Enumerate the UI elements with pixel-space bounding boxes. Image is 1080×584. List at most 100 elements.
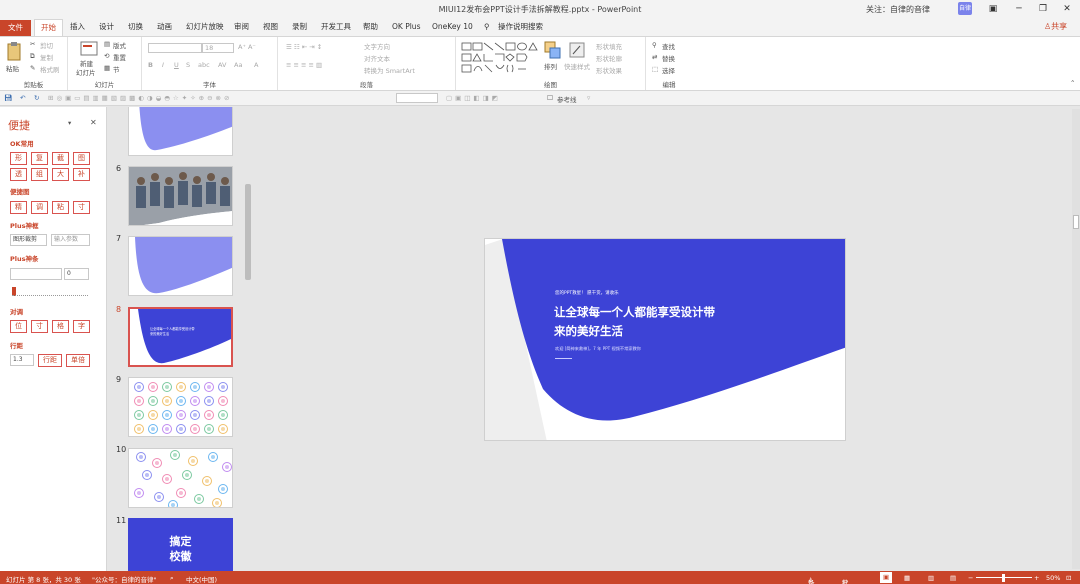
align-icons[interactable]: ≡ ≡ ≡ ≡ ▥ <box>286 61 322 69</box>
slide-sorter-icon[interactable]: ▦ <box>904 574 910 582</box>
slideshow-view-icon[interactable]: ▤ <box>950 574 956 582</box>
ok-btn-shape[interactable]: 形 <box>10 152 27 165</box>
tab-animations[interactable]: 动画 <box>155 21 174 36</box>
slide-headline-line-2[interactable]: 来的美好生活 <box>554 323 623 339</box>
tab-onekey[interactable]: OneKey 10 <box>430 21 475 36</box>
tab-home[interactable]: 开始 <box>34 19 63 36</box>
redo-icon[interactable]: ↻ <box>34 94 39 102</box>
pane-close-icon[interactable]: ✕ <box>90 118 97 127</box>
restore-icon[interactable]: ❐ <box>1036 2 1050 16</box>
italic-button[interactable]: I <box>162 61 164 69</box>
reading-view-icon[interactable]: ▥ <box>928 574 934 582</box>
customize-icon[interactable]: ▿ <box>587 94 590 102</box>
copy-label[interactable]: 复制 <box>40 52 53 62</box>
ok-btn-size[interactable]: 大 <box>52 168 69 181</box>
thumbnail-scrollbar[interactable] <box>245 184 251 280</box>
ok-btn-cut[interactable]: 截 <box>52 152 69 165</box>
find-icon[interactable]: ⚲ <box>652 41 657 49</box>
bold-button[interactable]: B <box>148 61 153 69</box>
shadow-button[interactable]: S <box>186 61 190 69</box>
section-label[interactable]: 节 <box>113 64 120 74</box>
zoom-in-button[interactable]: + <box>1034 574 1039 582</box>
tab-help[interactable]: 帮助 <box>361 21 380 36</box>
slide-thumbnail-9[interactable] <box>128 377 233 437</box>
slide-thumbnail-5[interactable] <box>128 107 233 156</box>
tab-design[interactable]: 设计 <box>97 21 116 36</box>
strikethrough-button[interactable]: abc <box>198 61 210 69</box>
ok-btn-fill[interactable]: 补 <box>73 168 90 181</box>
fit-slide-icon[interactable]: ⊡ <box>1066 574 1071 582</box>
editor-scrollbar-thumb[interactable] <box>1073 215 1079 229</box>
line-spacing-button[interactable]: 行距 <box>38 354 62 367</box>
ok-btn-image[interactable]: 图 <box>73 152 90 165</box>
ok-btn-transparent[interactable]: 透 <box>10 168 27 181</box>
align-btn-format[interactable]: 格 <box>52 320 69 333</box>
slide-thumbnail-7[interactable] <box>128 236 233 296</box>
cut-icon[interactable]: ✂ <box>30 40 35 48</box>
slide-headline-line-1[interactable]: 让全球每一个人都能享受设计带 <box>554 304 715 320</box>
img-btn-adjust[interactable]: 调 <box>31 201 48 214</box>
layout-label[interactable]: 版式 <box>113 40 126 50</box>
ribbon-display-icon[interactable]: ▣ <box>986 2 1000 16</box>
paste-icon[interactable] <box>6 41 22 61</box>
language-label[interactable]: 中文(中国) <box>186 574 217 584</box>
zoom-level[interactable]: 50% <box>1046 574 1060 582</box>
cut-label[interactable]: 剪切 <box>40 40 53 50</box>
change-case-button[interactable]: Aa <box>234 61 242 69</box>
plus-bar-slider-track[interactable] <box>12 295 88 297</box>
select-label[interactable]: 选择 <box>662 65 675 75</box>
format-painter-label[interactable]: 格式刷 <box>40 64 60 74</box>
font-name-dropdown[interactable] <box>148 43 202 53</box>
ok-btn-group[interactable]: 组 <box>31 168 48 181</box>
accessibility-icon[interactable]: ⌕ <box>170 574 174 583</box>
collapse-ribbon-icon[interactable]: ⌃ <box>1070 79 1075 87</box>
reset-icon[interactable]: ⟲ <box>104 52 109 60</box>
section-icon[interactable]: ▦ <box>104 64 110 72</box>
param-input[interactable]: 输入参数 <box>51 234 90 246</box>
align-btn-size[interactable]: 寸 <box>31 320 48 333</box>
img-btn-paste[interactable]: 粘 <box>52 201 69 214</box>
select-icon[interactable]: ⬚ <box>652 65 658 73</box>
img-btn-fine[interactable]: 精 <box>10 201 27 214</box>
quick-font-dropdown[interactable] <box>396 93 438 103</box>
line-spacing-input[interactable]: 1.3 <box>10 354 34 366</box>
quick-styles-label[interactable]: 快速样式 <box>564 61 590 71</box>
tab-transitions[interactable]: 切换 <box>126 21 145 36</box>
arrange-label[interactable]: 排列 <box>544 61 557 71</box>
new-slide-icon[interactable] <box>80 41 98 57</box>
tell-me-icon[interactable]: ⚲ <box>482 21 492 36</box>
minimize-icon[interactable]: ─ <box>1012 2 1026 16</box>
text-direction-label[interactable]: 文字方向 <box>364 41 390 51</box>
align-btn-position[interactable]: 位 <box>10 320 27 333</box>
undo-icon[interactable]: ↶ <box>20 94 25 102</box>
guides-checkbox[interactable]: ☐ <box>547 94 553 102</box>
normal-view-icon[interactable]: ▣ <box>880 572 893 583</box>
slide-kicker-text[interactable]: 您的PPT救星！ 愿干货，请收乐 <box>555 290 619 296</box>
ok-btn-copy[interactable]: 复 <box>31 152 48 165</box>
slide-thumbnail-6[interactable] <box>128 166 233 226</box>
align-text-label[interactable]: 对齐文本 <box>364 53 390 63</box>
editor-scrollbar[interactable] <box>1072 109 1080 569</box>
arrange-icon[interactable] <box>544 41 562 61</box>
align-btn-text[interactable]: 字 <box>73 320 90 333</box>
close-icon[interactable]: ✕ <box>1060 2 1074 16</box>
img-btn-inch[interactable]: 寸 <box>73 201 90 214</box>
plus-bar-value[interactable]: 0 <box>64 268 89 280</box>
paste-label[interactable]: 粘贴 <box>6 63 19 73</box>
smartart-label[interactable]: 转换为 SmartArt <box>364 65 415 75</box>
slide-thumbnail-8-current[interactable]: 让全球每一个人都能享受设计带 来的美好生活 <box>128 307 233 367</box>
tab-view[interactable]: 视图 <box>261 21 280 36</box>
spacing-button[interactable]: AV <box>218 61 226 69</box>
zoom-out-button[interactable]: − <box>968 574 973 582</box>
guides-label[interactable]: 参考线 <box>557 94 577 104</box>
shape-fill-label[interactable]: 形状填充 <box>596 41 622 51</box>
font-grow-icon[interactable]: A⁺ A⁻ <box>238 43 256 51</box>
single-spacing-button[interactable]: 单倍 <box>66 354 90 367</box>
tab-review[interactable]: 审阅 <box>232 21 251 36</box>
share-button[interactable]: ♙共享 <box>1044 21 1067 32</box>
slide-thumbnail-11[interactable]: 搞定 校徽 <box>128 518 233 571</box>
pane-dropdown-icon[interactable]: ▾ <box>68 119 71 127</box>
quick-styles-icon[interactable] <box>568 41 586 61</box>
font-size-dropdown[interactable]: 18 <box>202 43 234 53</box>
tab-record[interactable]: 录制 <box>290 21 309 36</box>
